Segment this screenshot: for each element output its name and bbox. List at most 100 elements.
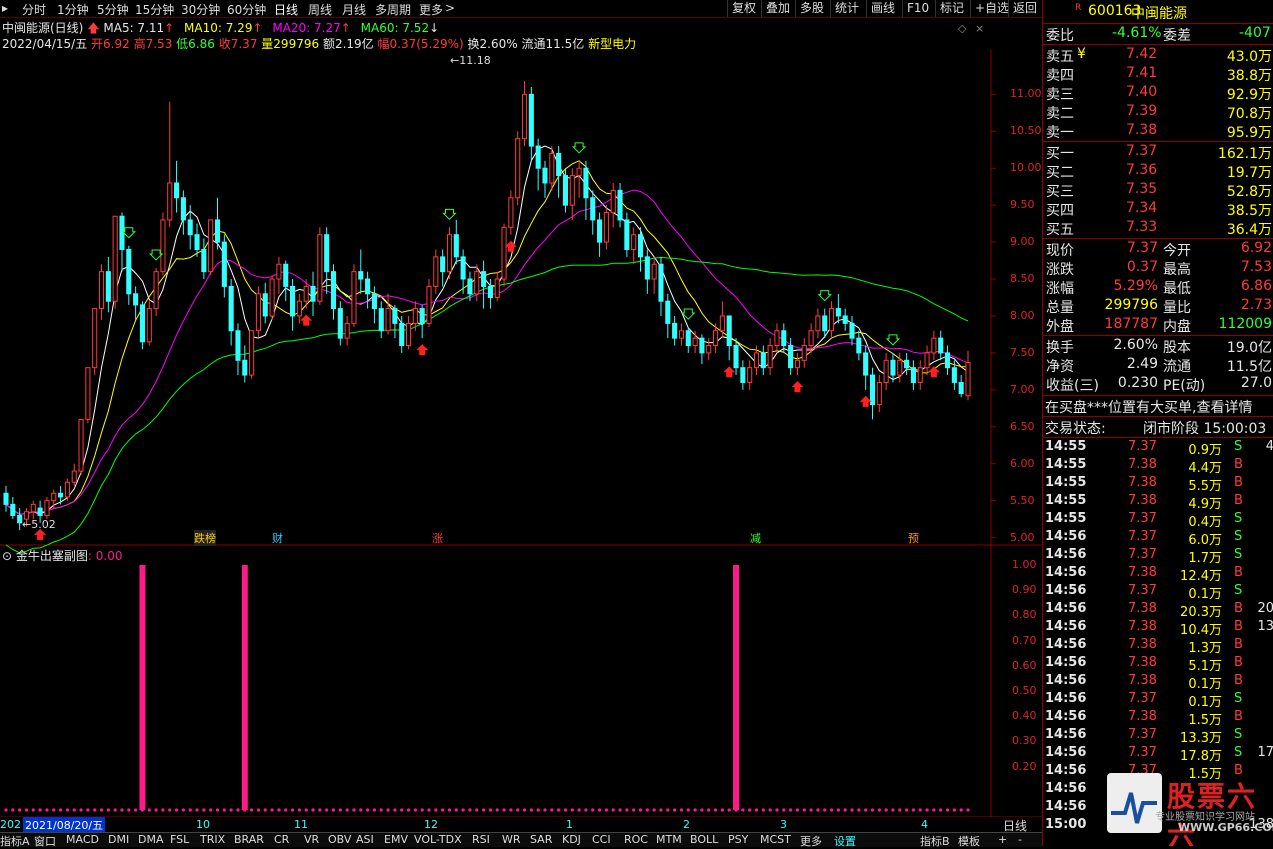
- period-tab-weekly[interactable]: 周线: [308, 1, 332, 18]
- trade-time: 14:55: [1045, 493, 1087, 508]
- indicator-tab[interactable]: SAR: [530, 833, 552, 846]
- signal-dot: [134, 808, 138, 812]
- signal-dot: [584, 808, 588, 812]
- button-stats[interactable]: 统计: [830, 0, 863, 17]
- period-tab-timeshare[interactable]: 分时: [22, 1, 46, 18]
- period-tab-1min[interactable]: 1分钟: [57, 1, 89, 18]
- indicator-tab[interactable]: RSI: [472, 833, 490, 846]
- more-chevron-icon[interactable]: >: [445, 1, 455, 15]
- sub-chart-axis: 1.00 0.90 0.80 0.70 0.60 0.50 0.40 0.30 0.20: [1010, 555, 1042, 815]
- period-tab-monthly[interactable]: 月线: [342, 1, 366, 18]
- candle-body: [685, 330, 691, 347]
- indicator-tab[interactable]: MCST: [760, 833, 791, 846]
- bid-row[interactable]: 买五 7.33 36.4万: [1043, 219, 1273, 238]
- bid-row[interactable]: 买一 7.37 162.1万: [1043, 143, 1273, 162]
- sub-axis-tick: 0.90: [1012, 583, 1037, 597]
- button-multi-stock[interactable]: 多股: [795, 0, 828, 17]
- signal-dot: [652, 808, 656, 812]
- button-overlay[interactable]: 叠加: [761, 0, 794, 17]
- stat-label: 涨幅: [1046, 281, 1074, 297]
- indicator-tab[interactable]: OBV: [328, 833, 351, 846]
- indicator-tab[interactable]: VR: [304, 833, 319, 846]
- indicator-tab[interactable]: KDJ: [562, 833, 581, 846]
- stat-row: 总量 299796 量比 2.73: [1043, 297, 1273, 316]
- period-tab-60min[interactable]: 60分钟: [227, 1, 266, 18]
- indicator-tab[interactable]: EMV: [384, 833, 408, 846]
- sub-chart-chevron-icon[interactable]: ⊙: [2, 549, 12, 563]
- ask-row[interactable]: 卖五 ¥7.42 43.0万: [1043, 46, 1273, 65]
- period-tab-30min[interactable]: 30分钟: [181, 1, 220, 18]
- button-adjust[interactable]: 复权: [727, 0, 760, 17]
- indicator-tab[interactable]: 设置: [834, 833, 856, 849]
- indicator-tab[interactable]: WR: [502, 833, 521, 846]
- period-tab-multi[interactable]: 多周期: [375, 1, 411, 18]
- event-label-5[interactable]: 预: [908, 530, 919, 546]
- period-tab-5min[interactable]: 5分钟: [97, 1, 129, 18]
- ask-row[interactable]: 卖一 7.38 95.9万: [1043, 122, 1273, 141]
- big-order-notice[interactable]: 在买盘***位置有大买单,查看详情: [1043, 397, 1273, 416]
- period-tab-more[interactable]: 更多: [419, 1, 443, 18]
- trade-row: 14:56 7.37 6.0万 S: [1043, 529, 1273, 548]
- signal-dot: [441, 808, 445, 812]
- event-label-3[interactable]: 涨: [432, 530, 443, 546]
- candle-body: [324, 234, 330, 273]
- indicator-tab[interactable]: BOLL: [690, 833, 718, 846]
- indicator-tab[interactable]: +: [998, 833, 1007, 846]
- indicator-tab[interactable]: CCI: [592, 833, 611, 846]
- signal-bar: [139, 565, 146, 810]
- bid-row[interactable]: 买二 7.36 19.7万: [1043, 162, 1273, 181]
- indicator-tab[interactable]: 更多: [800, 833, 822, 849]
- toolbar-menu-icon[interactable]: ▸: [2, 1, 8, 15]
- collapse-diamond-icon[interactable]: ◇: [958, 22, 966, 35]
- button-draw-line[interactable]: 画线: [866, 0, 899, 17]
- button-f10[interactable]: F10: [902, 0, 933, 17]
- period-tab-daily[interactable]: 日线: [274, 1, 298, 18]
- close-x-icon[interactable]: ×: [975, 22, 984, 35]
- candle-body: [51, 492, 57, 502]
- signal-dot: [625, 808, 629, 812]
- candle-body: [917, 367, 923, 383]
- indicator-tab[interactable]: 指标B: [920, 833, 950, 849]
- indicator-tab[interactable]: ASI: [356, 833, 374, 846]
- button-add-watchlist[interactable]: +自选: [970, 0, 1013, 17]
- bid-row[interactable]: 买四 7.34 38.5万: [1043, 200, 1273, 219]
- indicator-tab[interactable]: 模板: [958, 833, 980, 849]
- ask-row[interactable]: 卖四 7.41 38.8万: [1043, 65, 1273, 84]
- indicator-tab[interactable]: PSY: [728, 833, 748, 846]
- indicator-tab[interactable]: MACD: [66, 833, 99, 846]
- bid-row[interactable]: 买三 7.35 52.8万: [1043, 181, 1273, 200]
- signal-dot: [250, 808, 254, 812]
- trade-time: 14:56: [1045, 727, 1087, 742]
- stat2-row: 收益(三) 0.230 PE(动) 27.0: [1043, 375, 1273, 394]
- candle-body: [624, 219, 630, 250]
- indicator-tab[interactable]: 指标A: [0, 833, 30, 849]
- indicator-tab[interactable]: MTM: [656, 833, 682, 846]
- indicator-tab[interactable]: VOL-TDX: [414, 833, 462, 846]
- button-mark[interactable]: 标记: [935, 0, 968, 17]
- event-label-1[interactable]: 跌榜: [194, 530, 216, 546]
- bid-volume: 162.1万: [1217, 146, 1272, 162]
- candle-body: [944, 352, 951, 369]
- indicator-tab[interactable]: DMA: [138, 833, 164, 846]
- stat-value-2: 112009: [1218, 316, 1272, 332]
- trade-row: 14:56 7.38 10.4万 B 13: [1043, 619, 1273, 638]
- indicator-tab[interactable]: BRAR: [234, 833, 264, 846]
- indicator-tab[interactable]: DMI: [108, 833, 129, 846]
- event-label-4[interactable]: 减: [750, 530, 761, 546]
- indicator-tab[interactable]: 窗口: [34, 833, 56, 849]
- ask-row[interactable]: 卖三 7.40 92.9万: [1043, 84, 1273, 103]
- bid-price: 7.36: [1126, 162, 1158, 178]
- indicator-tab[interactable]: ROC: [624, 833, 648, 846]
- indicator-tab[interactable]: TRIX: [200, 833, 225, 846]
- indicator-tab[interactable]: CR: [274, 833, 289, 846]
- ask-row[interactable]: 卖二 7.39 70.8万: [1043, 103, 1273, 122]
- quote-open: 开6.92: [91, 37, 130, 51]
- indicator-tab[interactable]: -: [1018, 833, 1022, 846]
- event-label-2[interactable]: 财: [272, 530, 283, 546]
- indicator-tab[interactable]: FSL: [170, 833, 189, 846]
- button-back[interactable]: 返回: [1008, 0, 1041, 17]
- period-tab-15min[interactable]: 15分钟: [135, 1, 174, 18]
- buy-signal-icon: [416, 344, 429, 356]
- signal-dot: [338, 808, 342, 812]
- kline-chart[interactable]: [0, 50, 1042, 830]
